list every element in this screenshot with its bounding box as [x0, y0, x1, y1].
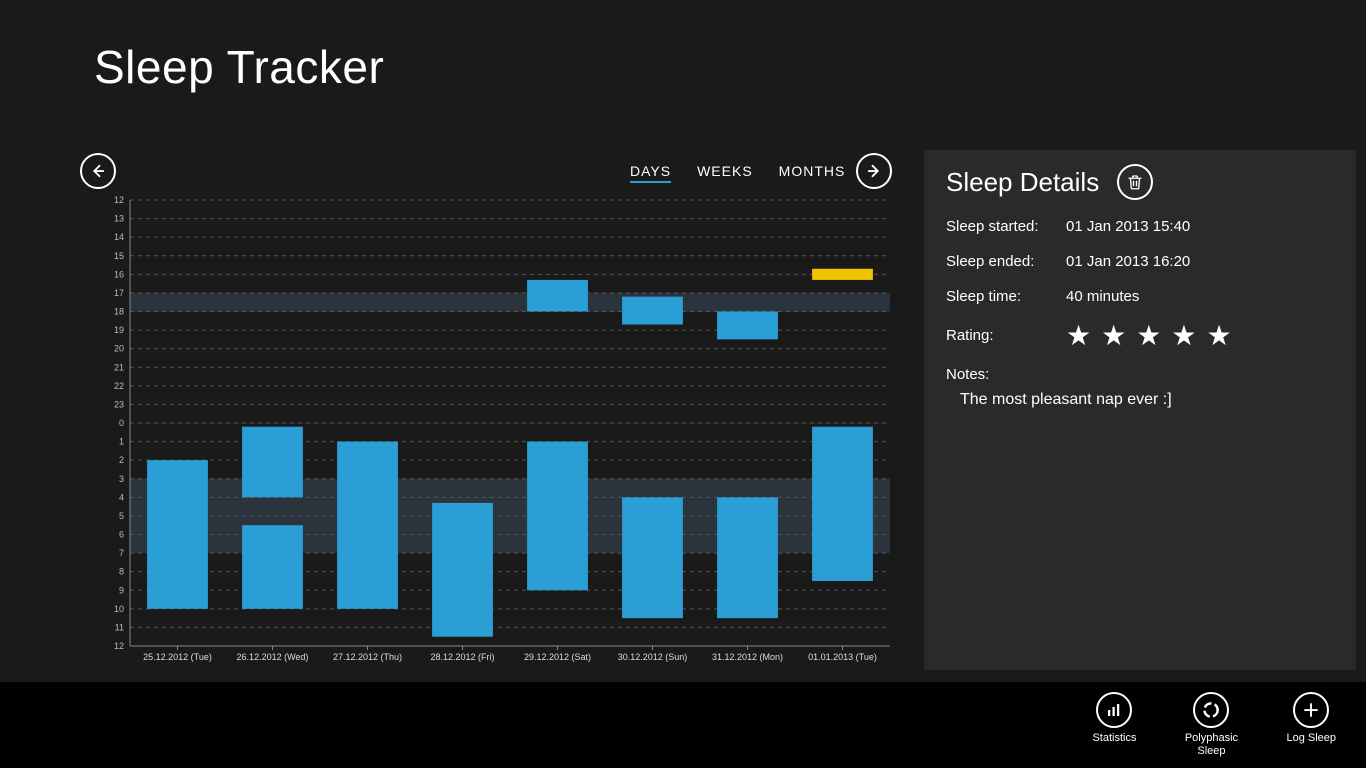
- bar-chart-icon: [1105, 701, 1123, 719]
- sleep-bar[interactable]: [622, 497, 683, 618]
- chart-panel: DAYS WEEKS MONTHS 1213141516171819202122…: [80, 150, 910, 670]
- svg-text:28.12.2012 (Fri): 28.12.2012 (Fri): [430, 652, 494, 662]
- sleep-bar[interactable]: [622, 297, 683, 325]
- svg-text:13: 13: [114, 214, 124, 224]
- arrow-right-icon: [865, 162, 883, 180]
- sleep-bar[interactable]: [527, 442, 588, 591]
- star-icon[interactable]: ★: [1206, 323, 1231, 348]
- sleep-chart: 1213141516171819202122230123456789101112…: [100, 196, 890, 666]
- sleep-bar[interactable]: [242, 525, 303, 609]
- svg-text:14: 14: [114, 232, 124, 242]
- sleep-bar[interactable]: [812, 427, 873, 581]
- sleep-chart-svg: 1213141516171819202122230123456789101112…: [100, 196, 890, 666]
- sleep-bar[interactable]: [717, 312, 778, 340]
- sleep-bar[interactable]: [527, 280, 588, 312]
- time-value: 40 minutes: [1066, 288, 1139, 305]
- rating-stars[interactable]: ★ ★ ★ ★ ★: [1066, 323, 1232, 348]
- statistics-label: Statistics: [1092, 732, 1136, 745]
- sleep-bar[interactable]: [242, 427, 303, 498]
- svg-text:2: 2: [119, 455, 124, 465]
- svg-text:12: 12: [114, 641, 124, 651]
- star-icon[interactable]: ★: [1066, 323, 1091, 348]
- svg-text:0: 0: [119, 418, 124, 428]
- sleep-bar[interactable]: [717, 497, 778, 618]
- polyphasic-button[interactable]: Polyphasic Sleep: [1176, 692, 1246, 757]
- svg-text:21: 21: [114, 362, 124, 372]
- sleep-bar[interactable]: [147, 460, 208, 609]
- star-icon[interactable]: ★: [1136, 323, 1161, 348]
- svg-text:11: 11: [115, 622, 124, 632]
- sleep-bar[interactable]: [432, 503, 493, 637]
- time-label: Sleep time:: [946, 288, 1066, 305]
- svg-text:7: 7: [119, 548, 124, 558]
- svg-text:8: 8: [119, 567, 124, 577]
- svg-text:25.12.2012 (Tue): 25.12.2012 (Tue): [143, 652, 212, 662]
- svg-text:10: 10: [114, 604, 124, 614]
- svg-text:4: 4: [119, 492, 124, 502]
- polyphasic-label: Polyphasic Sleep: [1176, 732, 1246, 757]
- svg-text:27.12.2012 (Thu): 27.12.2012 (Thu): [333, 652, 402, 662]
- svg-text:31.12.2012 (Mon): 31.12.2012 (Mon): [712, 652, 783, 662]
- svg-text:20: 20: [114, 344, 124, 354]
- prev-arrow-button[interactable]: [80, 153, 116, 189]
- details-title: Sleep Details: [946, 167, 1099, 198]
- ended-value: 01 Jan 2013 16:20: [1066, 253, 1190, 270]
- svg-text:17: 17: [114, 288, 124, 298]
- svg-text:18: 18: [114, 307, 124, 317]
- rating-label: Rating:: [946, 327, 1066, 344]
- svg-text:26.12.2012 (Wed): 26.12.2012 (Wed): [237, 652, 309, 662]
- svg-text:6: 6: [119, 530, 124, 540]
- svg-text:16: 16: [114, 269, 124, 279]
- svg-text:15: 15: [114, 251, 124, 261]
- tab-days[interactable]: DAYS: [630, 163, 671, 183]
- sleep-details-panel: Sleep Details Sleep started:01 Jan 2013 …: [924, 150, 1356, 670]
- svg-text:30.12.2012 (Sun): 30.12.2012 (Sun): [618, 652, 688, 662]
- trash-icon: [1126, 173, 1144, 191]
- svg-text:12: 12: [114, 196, 124, 205]
- ended-label: Sleep ended:: [946, 253, 1066, 270]
- svg-text:1: 1: [119, 437, 124, 447]
- notes-value: The most pleasant nap ever :]: [946, 391, 1334, 409]
- log-sleep-label: Log Sleep: [1286, 732, 1336, 745]
- arrow-left-icon: [89, 162, 107, 180]
- notes-label: Notes:: [946, 366, 1334, 383]
- svg-text:9: 9: [119, 585, 124, 595]
- plus-icon: [1302, 701, 1320, 719]
- range-tabs: DAYS WEEKS MONTHS: [630, 163, 845, 183]
- tab-months[interactable]: MONTHS: [779, 163, 846, 183]
- started-value: 01 Jan 2013 15:40: [1066, 218, 1190, 235]
- page-title: Sleep Tracker: [94, 40, 384, 94]
- next-arrow-button[interactable]: [856, 153, 892, 189]
- svg-text:22: 22: [114, 381, 124, 391]
- svg-text:01.01.2013 (Tue): 01.01.2013 (Tue): [808, 652, 877, 662]
- star-icon[interactable]: ★: [1101, 323, 1126, 348]
- statistics-button[interactable]: Statistics: [1092, 692, 1136, 745]
- main-content: DAYS WEEKS MONTHS 1213141516171819202122…: [80, 150, 1360, 670]
- pie-icon: [1201, 700, 1221, 720]
- app-bar: Statistics Polyphasic Sleep Log Sleep: [0, 682, 1366, 768]
- log-sleep-button[interactable]: Log Sleep: [1286, 692, 1336, 745]
- svg-text:19: 19: [114, 325, 124, 335]
- svg-text:29.12.2012 (Sat): 29.12.2012 (Sat): [524, 652, 591, 662]
- svg-text:23: 23: [114, 399, 124, 409]
- sleep-bar[interactable]: [812, 269, 873, 280]
- star-icon[interactable]: ★: [1171, 323, 1196, 348]
- tab-weeks[interactable]: WEEKS: [697, 163, 753, 183]
- started-label: Sleep started:: [946, 218, 1066, 235]
- svg-text:3: 3: [119, 474, 124, 484]
- svg-text:5: 5: [119, 511, 124, 521]
- sleep-bar[interactable]: [337, 442, 398, 609]
- delete-button[interactable]: [1117, 164, 1153, 200]
